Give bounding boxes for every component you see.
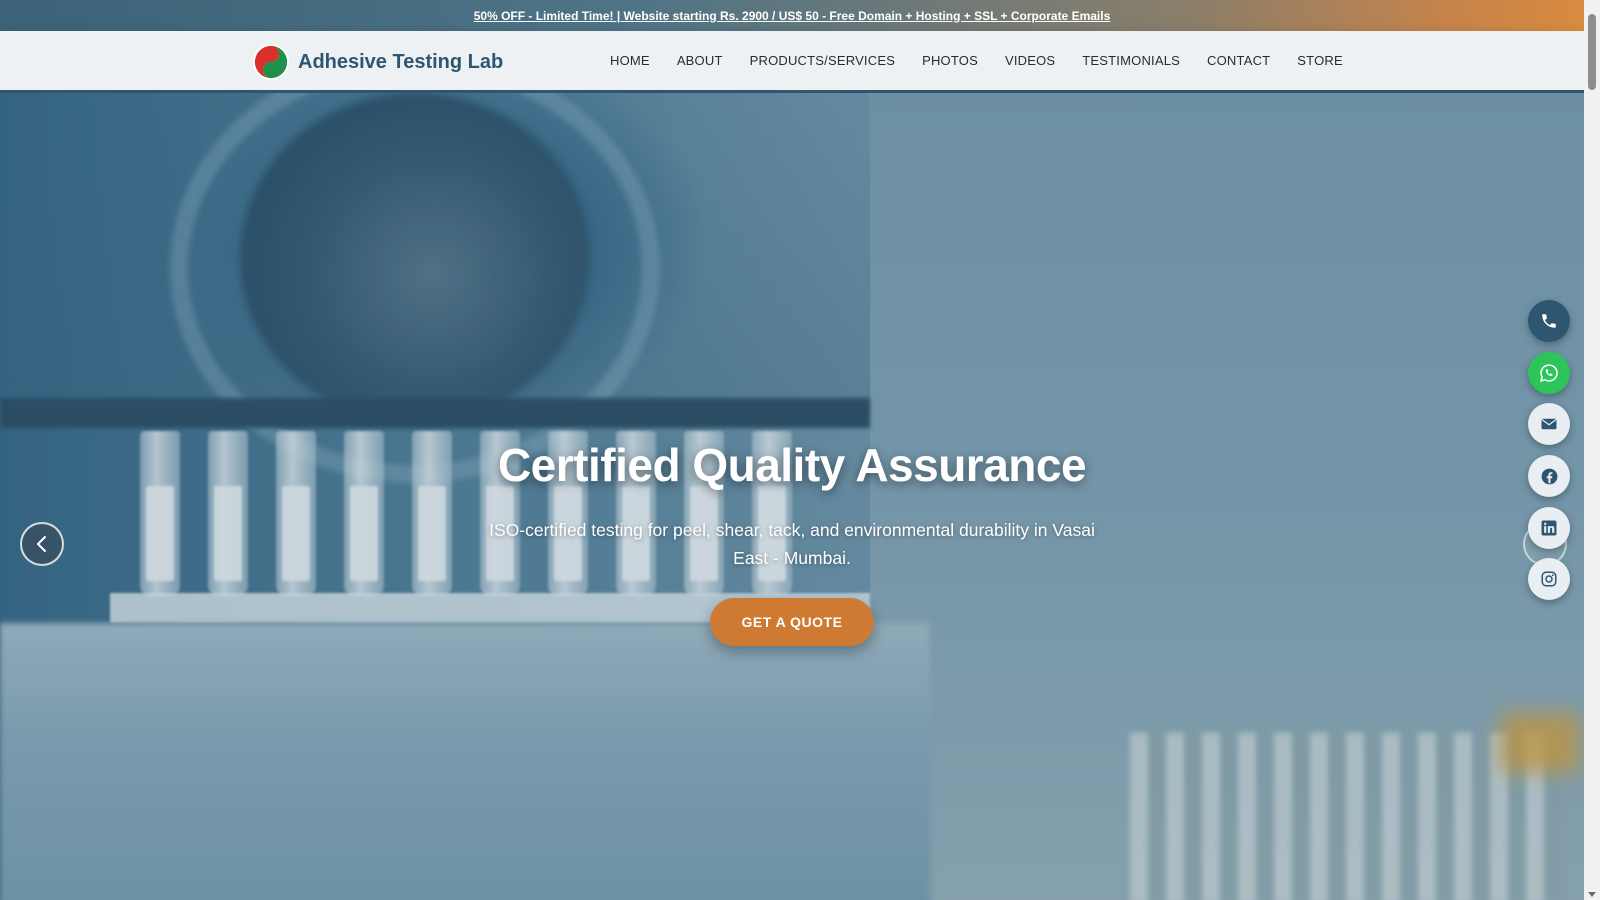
nav-store[interactable]: STORE [1297,53,1343,68]
nav-videos[interactable]: VIDEOS [1005,53,1055,68]
get-quote-button[interactable]: GET A QUOTE [709,598,875,646]
hero-slider: Certified Quality Assurance ISO-certifie… [0,93,1584,900]
nav-contact[interactable]: CONTACT [1207,53,1270,68]
linkedin-icon [1541,520,1557,536]
instagram-icon [1541,571,1557,587]
nav-testimonials[interactable]: TESTIMONIALS [1082,53,1180,68]
phone-icon [1542,314,1556,328]
hero-title: Certified Quality Assurance [497,439,1087,491]
brand-name: Adhesive Testing Lab [298,50,504,73]
nav-products-services[interactable]: PRODUCTS/SERVICES [750,53,895,68]
instagram-button[interactable] [1528,558,1570,600]
logo-mark-icon [252,43,290,81]
hero-subtitle: ISO-certified testing for peel, shear, t… [489,520,1095,568]
promo-link[interactable]: 50% OFF - Limited Time! | Website starti… [474,9,1111,23]
page-scrollbar[interactable] [1584,0,1600,900]
logo[interactable]: Adhesive Testing Lab [252,43,503,81]
nav-about[interactable]: ABOUT [677,53,723,68]
facebook-icon [1541,468,1557,484]
whatsapp-icon [1540,364,1558,382]
chevron-left-icon [37,536,46,552]
facebook-button[interactable] [1528,455,1570,497]
main-nav: HOME ABOUT PRODUCTS/SERVICES PHOTOS VIDE… [610,31,1343,90]
phone-button[interactable] [1528,300,1570,342]
mail-icon [1541,418,1557,430]
email-button[interactable] [1528,403,1570,445]
promo-bar: 50% OFF - Limited Time! | Website starti… [0,0,1584,31]
nav-photos[interactable]: PHOTOS [922,53,978,68]
site-header: Adhesive Testing Lab HOME ABOUT PRODUCTS… [0,31,1584,93]
hero-content: Certified Quality Assurance ISO-certifie… [0,438,1584,646]
whatsapp-button[interactable] [1528,352,1570,394]
scrollbar-thumb[interactable] [1588,14,1596,90]
linkedin-button[interactable] [1528,507,1570,549]
slider-prev-button[interactable] [20,522,64,566]
nav-home[interactable]: HOME [610,53,650,68]
scroll-down-arrow-icon[interactable] [1588,892,1596,897]
